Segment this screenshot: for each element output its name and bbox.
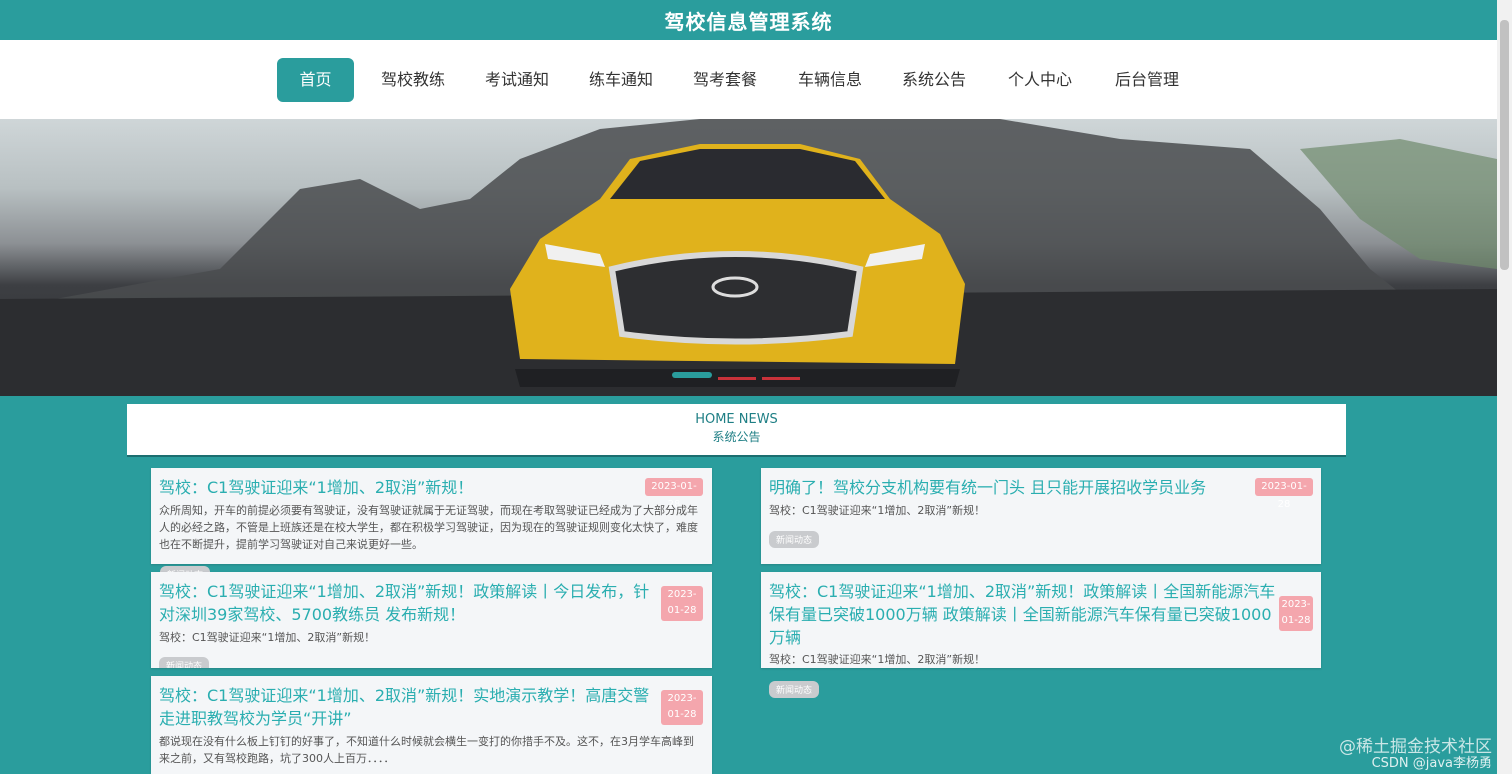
nav-vehicles[interactable]: 车辆信息 [788,58,872,102]
nav-practice-notice[interactable]: 练车通知 [579,58,663,102]
nav-exam-notice[interactable]: 考试通知 [475,58,559,102]
news-title[interactable]: 驾校：C1驾驶证迎来“1增加、2取消”新规！政策解读丨全国新能源汽车保有量已突破… [769,580,1279,649]
news-summary: 驾校：C1驾驶证迎来“1增加、2取消”新规！ [159,631,376,644]
news-summary: 驾校：C1驾驶证迎来“1增加、2取消”新规！ [769,504,986,517]
app-header: 驾校信息管理系统 [0,0,1497,40]
news-summary: 驾校：C1驾驶证迎来“1增加、2取消”新规！ [769,653,986,666]
banner-carousel[interactable] [0,119,1497,396]
news-title[interactable]: 明确了！驾校分支机构要有统一门头 且只能开展招收学员业务 [769,476,1249,499]
watermark-csdn: CSDN @java李杨勇 [1371,756,1492,771]
date-badge: 2023- 01-28 [661,586,703,621]
date-badge: 2023-01-28 [645,478,703,510]
date-day: 01-28 [1281,615,1311,626]
category-tag[interactable]: 新闻动态 [769,531,820,548]
nav-announcements[interactable]: 系统公告 [892,58,976,102]
nav-packages[interactable]: 驾考套餐 [683,58,767,102]
scrollbar-thumb[interactable] [1500,20,1509,270]
section-header: HOME NEWS 系统公告 [127,404,1346,457]
category-tag[interactable]: 新闻动态 [159,657,210,668]
date-badge: 2023- 01-28 [661,690,703,725]
news-title[interactable]: 驾校：C1驾驶证迎来“1增加、2取消”新规！实地演示教学！高唐交警走进职教驾校为… [159,684,659,730]
nav-admin[interactable]: 后台管理 [1105,58,1189,102]
news-card[interactable]: 驾校：C1驾驶证迎来“1增加、2取消”新规！ 2023-01-28 众所周知，开… [151,468,712,564]
date-day: 01-28 [667,605,697,616]
date-year: 2023- [667,589,697,600]
date-year: 2023- [1281,599,1311,610]
news-card[interactable]: 驾校：C1驾驶证迎来“1增加、2取消”新规！政策解读丨全国新能源汽车保有量已突破… [761,572,1321,668]
news-card[interactable]: 驾校：C1驾驶证迎来“1增加、2取消”新规！政策解读丨今日发布，针对深圳39家驾… [151,572,712,668]
news-summary: 众所周知，开车的前提必须要有驾驶证，没有驾驶证就属于无证驾驶，而现在考取驾驶证已… [159,504,698,551]
date-badge: 2023-01-28 [1255,478,1313,510]
nav-home[interactable]: 首页 [277,58,354,102]
section-title-cn: 系统公告 [712,430,761,444]
news-card[interactable]: 驾校：C1驾驶证迎来“1增加、2取消”新规！实地演示教学！高唐交警走进职教驾校为… [151,676,712,774]
nav-profile[interactable]: 个人中心 [998,58,1082,102]
news-card[interactable]: 明确了！驾校分支机构要有统一门头 且只能开展招收学员业务 2023-01-28 … [761,468,1321,564]
carousel-dot-active [672,372,712,378]
news-title[interactable]: 驾校：C1驾驶证迎来“1增加、2取消”新规！ [159,476,639,499]
news-summary: 都说现在没有什么板上钉钉的好事了，不知道什么时候就会横生一变打的你措手不及。这不… [159,735,694,765]
main-nav: 首页 驾校教练 考试通知 练车通知 驾考套餐 车辆信息 系统公告 个人中心 后台… [0,40,1497,119]
carousel-dot [718,377,756,380]
nav-coaches[interactable]: 驾校教练 [371,58,455,102]
date-day: 01-28 [667,709,697,720]
car-banner-image [0,119,1497,396]
section-title-en: HOME NEWS [695,412,778,427]
date-badge: 2023- 01-28 [1279,596,1313,631]
date-year: 2023- [667,693,697,704]
news-title[interactable]: 驾校：C1驾驶证迎来“1增加、2取消”新规！政策解读丨今日发布，针对深圳39家驾… [159,580,659,626]
category-tag[interactable]: 新闻动态 [769,681,820,698]
carousel-dot [762,377,800,380]
app-title: 驾校信息管理系统 [664,10,833,34]
page-scrollbar[interactable] [1497,0,1512,774]
